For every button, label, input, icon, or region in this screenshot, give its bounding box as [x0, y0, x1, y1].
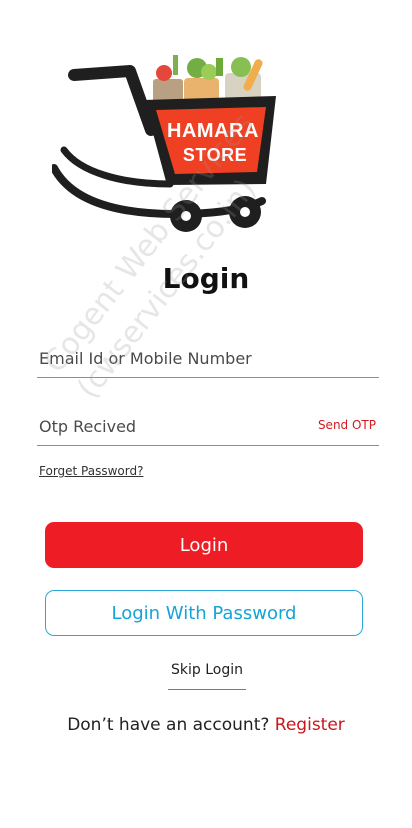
logo-text-hamara: HAMARA: [167, 120, 259, 142]
email-field-container: [37, 341, 379, 378]
hamara-store-logo: HAMARA STORE: [52, 55, 276, 232]
account-prompt-text: Don’t have an account?: [67, 715, 270, 735]
account-prompt: Don’t have an account? Register: [0, 715, 412, 735]
otp-field-container: Send OTP: [37, 409, 379, 446]
login-page: HAMARA STORE Login Send OTP Forget Passw…: [0, 0, 412, 828]
login-with-password-label: Login With Password: [111, 602, 297, 624]
otp-input[interactable]: [37, 409, 299, 443]
forget-password-link[interactable]: Forget Password?: [39, 464, 143, 478]
send-otp-link[interactable]: Send OTP: [318, 418, 376, 432]
login-with-password-button[interactable]: Login With Password: [45, 590, 363, 636]
logo-text-store: STORE: [183, 145, 247, 165]
skip-login-link[interactable]: Skip Login: [168, 662, 246, 690]
email-or-mobile-input[interactable]: [37, 341, 299, 375]
login-button-label: Login: [179, 534, 229, 556]
register-link[interactable]: Register: [275, 715, 345, 735]
login-button[interactable]: Login: [45, 522, 363, 568]
page-title: Login: [162, 262, 250, 295]
